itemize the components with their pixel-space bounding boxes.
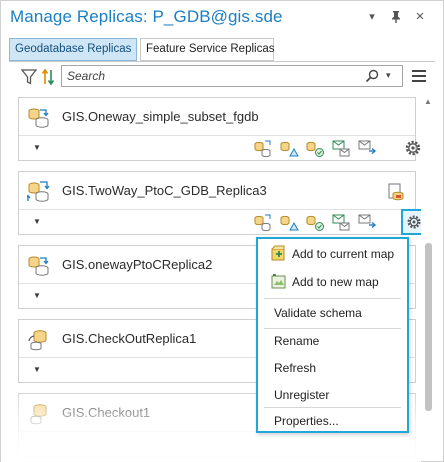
search-icon[interactable]: [365, 69, 379, 83]
vertical-scrollbar[interactable]: ▲: [421, 95, 435, 455]
warning-badge-icon: [388, 183, 404, 201]
search-box: ▾: [61, 65, 403, 87]
search-options-icon[interactable]: ▾: [386, 70, 391, 81]
manage-replicas-pane: Manage Replicas: P_GDB@gis.sde ▾ ✕ Geoda…: [0, 0, 444, 462]
filter-icon[interactable]: [21, 68, 37, 86]
menu-item-label: Add to new map: [292, 275, 379, 289]
add-to-current-map-icon: [271, 245, 285, 261]
oneway-replica-icon: [28, 256, 49, 276]
export-schema-icon[interactable]: [279, 138, 299, 158]
gear-icon[interactable]: [403, 138, 421, 158]
close-button[interactable]: ✕: [411, 8, 429, 26]
menu-item-add-to-new-map[interactable]: Add to new map: [258, 269, 407, 295]
tab-feature-service-replicas[interactable]: Feature Service Replicas: [140, 38, 274, 61]
replica-card: GIS.TwoWay_PtoC_GDB_Replica3 ▼: [18, 171, 421, 235]
import-schema-icon[interactable]: [305, 212, 325, 232]
pin-icon: [392, 11, 400, 23]
replica-name: GIS.Oneway_simple_subset_fgdb: [62, 109, 259, 124]
twoway-replica-icon: [27, 181, 50, 202]
checkout-replica-icon: [28, 330, 47, 351]
pane-menu-button[interactable]: ▾: [363, 8, 381, 26]
menu-item-label: Validate schema: [274, 306, 362, 320]
menu-item-add-to-current-map[interactable]: Add to current map: [258, 241, 407, 267]
scroll-thumb[interactable]: [425, 243, 432, 411]
checkout-replica-icon: [30, 404, 47, 425]
tabs-divider: [9, 61, 435, 62]
menu-item-label: Properties...: [274, 414, 339, 428]
expand-arrow-icon[interactable]: ▼: [33, 365, 41, 374]
sort-icon[interactable]: [41, 67, 55, 87]
import-schema-icon[interactable]: [305, 138, 325, 158]
add-to-new-map-icon: [271, 274, 286, 289]
hamburger-menu-icon[interactable]: [411, 67, 427, 85]
oneway-replica-icon: [28, 108, 49, 128]
close-icon: ✕: [415, 11, 425, 23]
menu-item-validate-schema[interactable]: Validate schema: [258, 300, 407, 326]
menu-item-unregister[interactable]: Unregister: [258, 382, 407, 408]
replica-card-header[interactable]: GIS.TwoWay_PtoC_GDB_Replica3: [19, 172, 415, 210]
expand-arrow-icon[interactable]: ▼: [33, 291, 41, 300]
search-toolbar: ▾: [1, 65, 443, 89]
gear-icon: [407, 215, 421, 229]
export-message-icon[interactable]: [331, 138, 351, 158]
pin-button[interactable]: [387, 8, 405, 26]
menu-item-refresh[interactable]: Refresh: [258, 355, 407, 381]
scroll-up-icon[interactable]: ▲: [424, 97, 432, 106]
synchronize-icon[interactable]: [253, 212, 273, 232]
tab-geodatabase-replicas[interactable]: Geodatabase Replicas: [9, 38, 137, 61]
search-input[interactable]: [67, 68, 357, 84]
menu-separator: [264, 298, 401, 299]
pane-titlebar: Manage Replicas: P_GDB@gis.sde ▾ ✕: [1, 1, 443, 35]
pane-title: Manage Replicas: P_GDB@gis.sde: [10, 7, 283, 26]
synchronize-icon[interactable]: [253, 138, 273, 158]
gear-button-selected[interactable]: [401, 209, 421, 235]
export-schema-icon[interactable]: [279, 212, 299, 232]
replica-name: GIS.onewayPtoCReplica2: [62, 257, 213, 272]
replica-card-header[interactable]: GIS.Oneway_simple_subset_fgdb: [19, 98, 415, 136]
export-message-icon[interactable]: [331, 212, 351, 232]
import-message-icon[interactable]: [357, 212, 377, 232]
expand-arrow-icon[interactable]: ▼: [33, 217, 41, 226]
menu-item-label: Rename: [274, 334, 320, 348]
menu-item-label: Refresh: [274, 361, 317, 375]
replica-context-menu: Add to current map Add to new map Valida…: [256, 237, 409, 433]
menu-item-properties[interactable]: Properties...: [258, 408, 407, 434]
replica-card: GIS.Oneway_simple_subset_fgdb ▼: [18, 97, 421, 161]
chevron-down-icon: ▾: [369, 11, 375, 23]
import-message-icon[interactable]: [357, 138, 377, 158]
menu-item-label: Unregister: [274, 388, 330, 402]
replica-name: GIS.CheckOutReplica1: [62, 331, 197, 346]
replica-name: GIS.TwoWay_PtoC_GDB_Replica3: [62, 183, 267, 198]
expand-arrow-icon[interactable]: ▼: [33, 143, 41, 152]
menu-item-rename[interactable]: Rename: [258, 328, 407, 354]
menu-item-label: Add to current map: [292, 247, 395, 261]
replica-name: GIS.Checkout1: [62, 405, 151, 420]
